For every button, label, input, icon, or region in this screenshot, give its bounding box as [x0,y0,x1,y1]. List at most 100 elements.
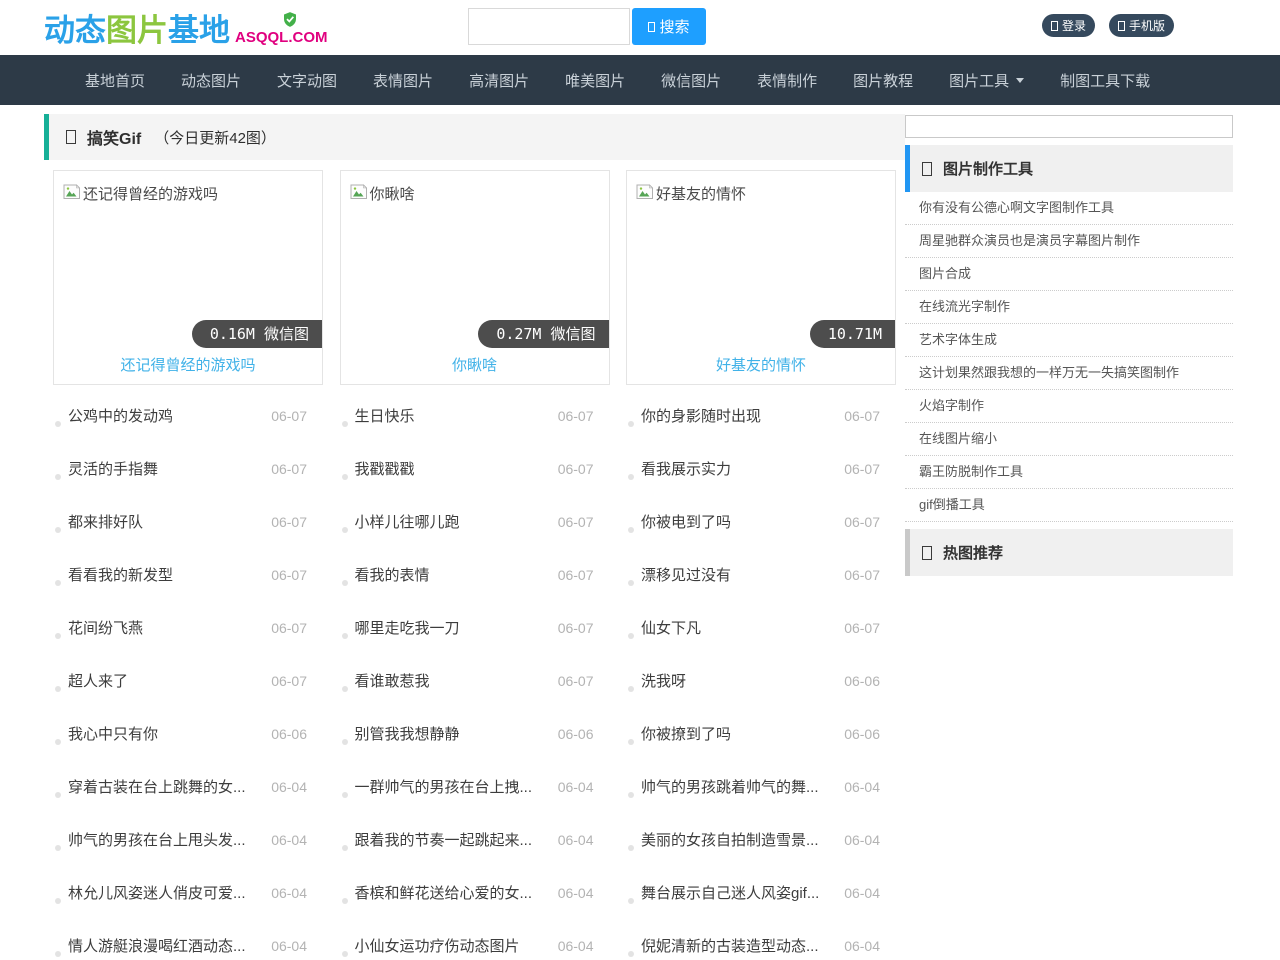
list-item-title: 小仙女运功疗伤动态图片 [355,935,520,956]
sidebar-tool-link[interactable]: 在线流光字制作 [905,291,1233,324]
list-item[interactable]: 别管我我想静静06-06 [340,707,610,760]
list-item[interactable]: 哪里走吃我一刀06-07 [340,601,610,654]
list-item-date: 06-07 [836,620,880,636]
list-item[interactable]: 看谁敢惹我06-07 [340,654,610,707]
nav-item[interactable]: 图片工具 [949,70,1024,91]
list-item-title: 看我展示实力 [641,458,731,479]
list-item[interactable]: 美丽的女孩自拍制造雪景...06-04 [626,813,896,866]
nav-item-label: 唯美图片 [565,70,625,91]
list-item[interactable]: 小样儿往哪儿跑06-07 [340,495,610,548]
sidebar-tool-link[interactable]: 火焰字制作 [905,390,1233,423]
nav-item[interactable]: 唯美图片 [565,70,625,91]
nav-item[interactable]: 文字动图 [277,70,337,91]
list-item[interactable]: 看我展示实力06-07 [626,442,896,495]
list-item[interactable]: 我戳戳戳06-07 [340,442,610,495]
bullet-dot [55,527,61,533]
list-item[interactable]: 帅气的男孩在台上甩头发...06-04 [53,813,323,866]
list-item-title: 别管我我想静静 [355,723,460,744]
bullet-dot [342,845,348,851]
list-item[interactable]: 洗我呀06-06 [626,654,896,707]
bullet-dot [628,686,634,692]
list-item[interactable]: 我心中只有你 06-06 [53,707,323,760]
search-icon [648,22,655,32]
sidebar-tool-link[interactable]: 在线图片缩小 [905,423,1233,456]
nav-item[interactable]: 微信图片 [661,70,721,91]
list-item-title: 花间纷飞燕 [68,617,143,638]
list-item[interactable]: 倪妮清新的古装造型动态...06-04 [626,919,896,960]
list-item-date: 06-06 [836,726,880,742]
broken-image-placeholder: 好基友的情怀 [636,183,746,204]
sidebar-tool-link[interactable]: 周星驰群众演员也是演员字幕图片制作 [905,225,1233,258]
list-item-date: 06-07 [550,514,594,530]
list-item[interactable]: 花间纷飞燕 06-07 [53,601,323,654]
sidebar-tool-link[interactable]: 霸王防脱制作工具 [905,456,1233,489]
bullet-dot [55,421,61,427]
list-item[interactable]: 漂移见过没有06-07 [626,548,896,601]
logo-text-part1: 动态 [44,5,106,50]
nav-item[interactable]: 制图工具下载 [1060,70,1150,91]
sidebar-tool-link[interactable]: 这计划果然跟我想的一样万无一失搞笑图制作 [905,357,1233,390]
list-item[interactable]: 帅气的男孩跳着帅气的舞...06-04 [626,760,896,813]
broken-image-placeholder: 还记得曾经的游戏吗 [63,183,218,204]
nav-item-label: 表情图片 [373,70,433,91]
image-title-link[interactable]: 你瞅啥 [341,354,609,375]
list-item-title: 香槟和鲜花送给心爱的女... [355,882,533,903]
list-item[interactable]: 一群帅气的男孩在台上拽...06-04 [340,760,610,813]
list-item[interactable]: 舞台展示自己迷人风姿gif...06-04 [626,866,896,919]
list-columns: 公鸡中的发动鸡06-07灵活的手指舞06-07都来排好队06-07看看我的新发型… [44,389,905,960]
list-item[interactable]: 公鸡中的发动鸡06-07 [53,389,323,442]
chevron-down-icon [1016,78,1024,83]
list-item[interactable]: 穿着古装在台上跳舞的女...06-04 [53,760,323,813]
list-item[interactable]: 小仙女运功疗伤动态图片 06-04 [340,919,610,960]
list-item[interactable]: 灵活的手指舞06-07 [53,442,323,495]
nav-item[interactable]: 基地首页 [85,70,145,91]
list-column: 公鸡中的发动鸡06-07灵活的手指舞06-07都来排好队06-07看看我的新发型… [53,389,323,960]
sidebar-tool-link[interactable]: 艺术字体生成 [905,324,1233,357]
gif-card[interactable]: 你瞅啥0.27M 微信图你瞅啥 [340,170,610,385]
list-item-date: 06-04 [836,885,880,901]
list-item[interactable]: 你被撩到了吗06-06 [626,707,896,760]
list-item[interactable]: 你被电到了吗06-07 [626,495,896,548]
mobile-version-button[interactable]: 手机版 [1109,14,1174,37]
nav-item[interactable]: 图片教程 [853,70,913,91]
list-item[interactable]: 跟着我的节奏一起跳起来...06-04 [340,813,610,866]
list-item[interactable]: 超人来了06-07 [53,654,323,707]
image-title-link[interactable]: 好基友的情怀 [627,354,895,375]
gif-card[interactable]: 还记得曾经的游戏吗0.16M 微信图还记得曾经的游戏吗 [53,170,323,385]
site-logo[interactable]: 动态 图片 基地 ASQQL.COM [44,0,328,55]
image-title-link[interactable]: 还记得曾经的游戏吗 [54,354,322,375]
list-item-date: 06-07 [263,408,307,424]
gif-card[interactable]: 好基友的情怀10.71M好基友的情怀 [626,170,896,385]
main-nav: 基地首页 动态图片 文字动图 表情图片 高清图片 唯美图片 微信图片 表情制作 图片教程 图片工具… [0,55,1280,105]
list-item-date: 06-07 [836,514,880,530]
list-item[interactable]: 香槟和鲜花送给心爱的女...06-04 [340,866,610,919]
list-item[interactable]: 看看我的新发型06-07 [53,548,323,601]
nav-item[interactable]: 高清图片 [469,70,529,91]
list-item-date: 06-07 [263,620,307,636]
sidebar-tool-link[interactable]: gif倒播工具 [905,489,1233,522]
list-item-date: 06-04 [550,938,594,954]
list-item[interactable]: 看我的表情06-07 [340,548,610,601]
sidebar-search-input[interactable] [905,115,1233,138]
nav-item[interactable]: 表情图片 [373,70,433,91]
nav-item[interactable]: 动态图片 [181,70,241,91]
list-item-title: 看看我的新发型 [68,564,173,585]
list-item[interactable]: 情人游艇浪漫喝红酒动态...06-04 [53,919,323,960]
list-item-title: 我戳戳戳 [355,458,415,479]
list-item[interactable]: 林允儿风姿迷人俏皮可爱...06-04 [53,866,323,919]
list-item-date: 06-06 [263,726,307,742]
sidebar-tool-link[interactable]: 图片合成 [905,258,1233,291]
list-item[interactable]: 你的身影随时出现06-07 [626,389,896,442]
search-button[interactable]: 搜索 [632,8,706,45]
search-input[interactable] [468,8,630,45]
image-alt-text: 还记得曾经的游戏吗 [83,183,218,204]
nav-item[interactable]: 表情制作 [757,70,817,91]
list-item-title: 我心中只有你 [68,723,158,744]
nav-item-label: 高清图片 [469,70,529,91]
sidebar-tool-link[interactable]: 你有没有公德心啊文字图制作工具 [905,192,1233,225]
list-item[interactable]: 生日快乐06-07 [340,389,610,442]
list-item[interactable]: 仙女下凡06-07 [626,601,896,654]
list-item[interactable]: 都来排好队06-07 [53,495,323,548]
login-button[interactable]: 登录 [1042,14,1095,37]
list-item-date: 06-07 [550,673,594,689]
